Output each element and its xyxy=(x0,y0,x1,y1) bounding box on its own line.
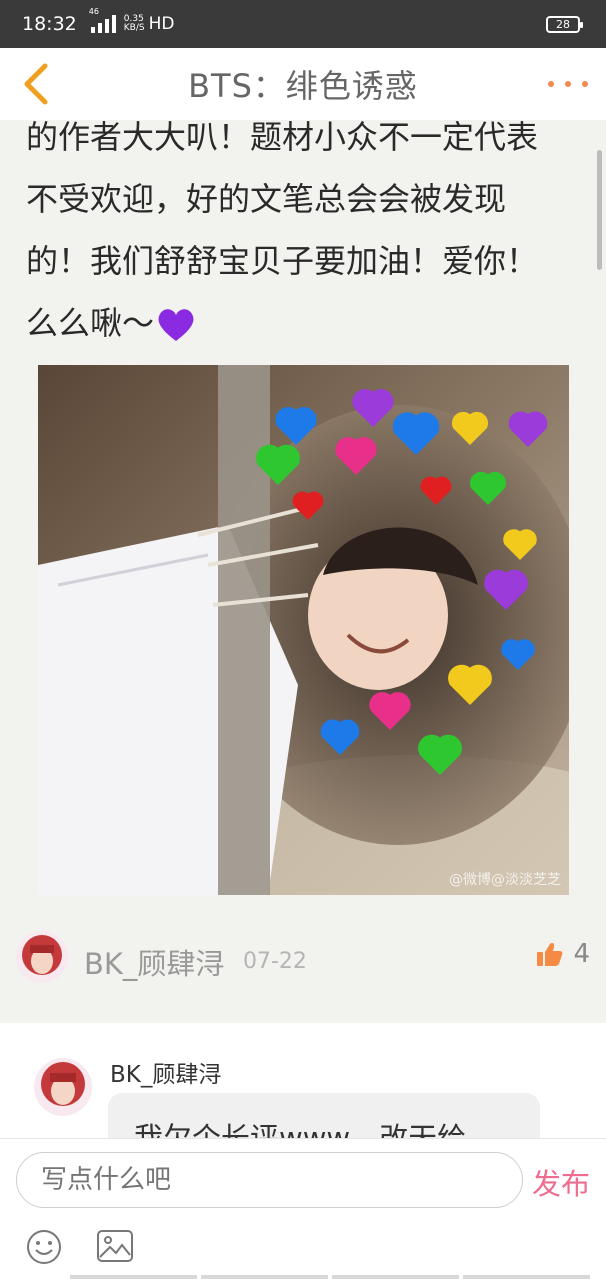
back-button[interactable] xyxy=(12,60,60,108)
like-button[interactable]: 4 xyxy=(537,939,590,969)
more-dots-icon[interactable] xyxy=(548,70,588,98)
post-line-last: 么么啾〜 xyxy=(26,292,576,354)
post-content[interactable]: 的作者大大叭！题材小众不一定代表 不受欢迎，好的文笔总会会被发现 的！我们舒舒宝… xyxy=(0,120,606,1138)
bottom-divider xyxy=(70,1275,590,1279)
comment-author[interactable]: BK_顾肆浔 xyxy=(110,1055,221,1089)
photo-illustration xyxy=(38,365,569,895)
like-count: 4 xyxy=(573,939,590,969)
publish-button[interactable]: 发布 xyxy=(532,1161,590,1203)
battery-icon: 28 xyxy=(546,16,583,33)
bottom-bar: 发布 xyxy=(0,1138,606,1280)
smiley-icon[interactable] xyxy=(26,1229,62,1265)
reply-author[interactable]: BK_顾肆浔 xyxy=(84,941,224,983)
chevron-left-icon xyxy=(24,63,48,105)
post-body: 的作者大大叭！题材小众不一定代表 不受欢迎，好的文笔总会会被发现 的！我们舒舒宝… xyxy=(26,120,576,354)
hd-indicator: HD xyxy=(148,14,175,34)
app-header: BTS：绯色诱惑 xyxy=(0,48,606,120)
avatar[interactable] xyxy=(34,1058,92,1116)
post-line: 的作者大大叭！题材小众不一定代表 xyxy=(26,120,539,156)
net-speed-unit: KB/S xyxy=(123,23,145,33)
comment-card: BK_顾肆浔 我欠个长评www，改天给 xyxy=(0,1023,606,1138)
status-bar: 18:32 46 0.35 KB/S HD 28 xyxy=(0,0,606,48)
purple-heart-icon xyxy=(158,309,194,341)
signal-icon: 46 xyxy=(89,7,116,33)
status-time: 18:32 xyxy=(22,13,77,35)
avatar[interactable] xyxy=(16,931,68,983)
page-title: BTS：绯色诱惑 xyxy=(188,67,418,105)
comment-bubble[interactable]: 我欠个长评www，改天给 xyxy=(108,1093,540,1138)
post-line: 不受欢迎，好的文笔总会会被发现 xyxy=(26,180,507,218)
network-type: 46 xyxy=(88,7,99,16)
scrollbar[interactable] xyxy=(597,150,602,270)
post-line: 的！我们舒舒宝贝子要加油！爱你！ xyxy=(26,242,539,280)
avatar-image xyxy=(34,1058,92,1116)
reply-meta: BK_顾肆浔 07-22 4 xyxy=(0,925,606,995)
comment-input[interactable] xyxy=(16,1152,523,1208)
reply-date: 07-22 xyxy=(243,949,307,974)
image-icon[interactable] xyxy=(96,1229,134,1263)
thumbs-up-icon xyxy=(537,943,563,966)
post-line: 么么啾〜 xyxy=(26,304,155,342)
net-speed: 0.35 KB/S xyxy=(124,15,145,33)
post-image[interactable]: @微博@淡淡芝芝 xyxy=(38,365,569,895)
image-watermark: @微博@淡淡芝芝 xyxy=(449,872,561,888)
avatar-image xyxy=(16,931,68,983)
battery-level: 28 xyxy=(556,18,570,31)
